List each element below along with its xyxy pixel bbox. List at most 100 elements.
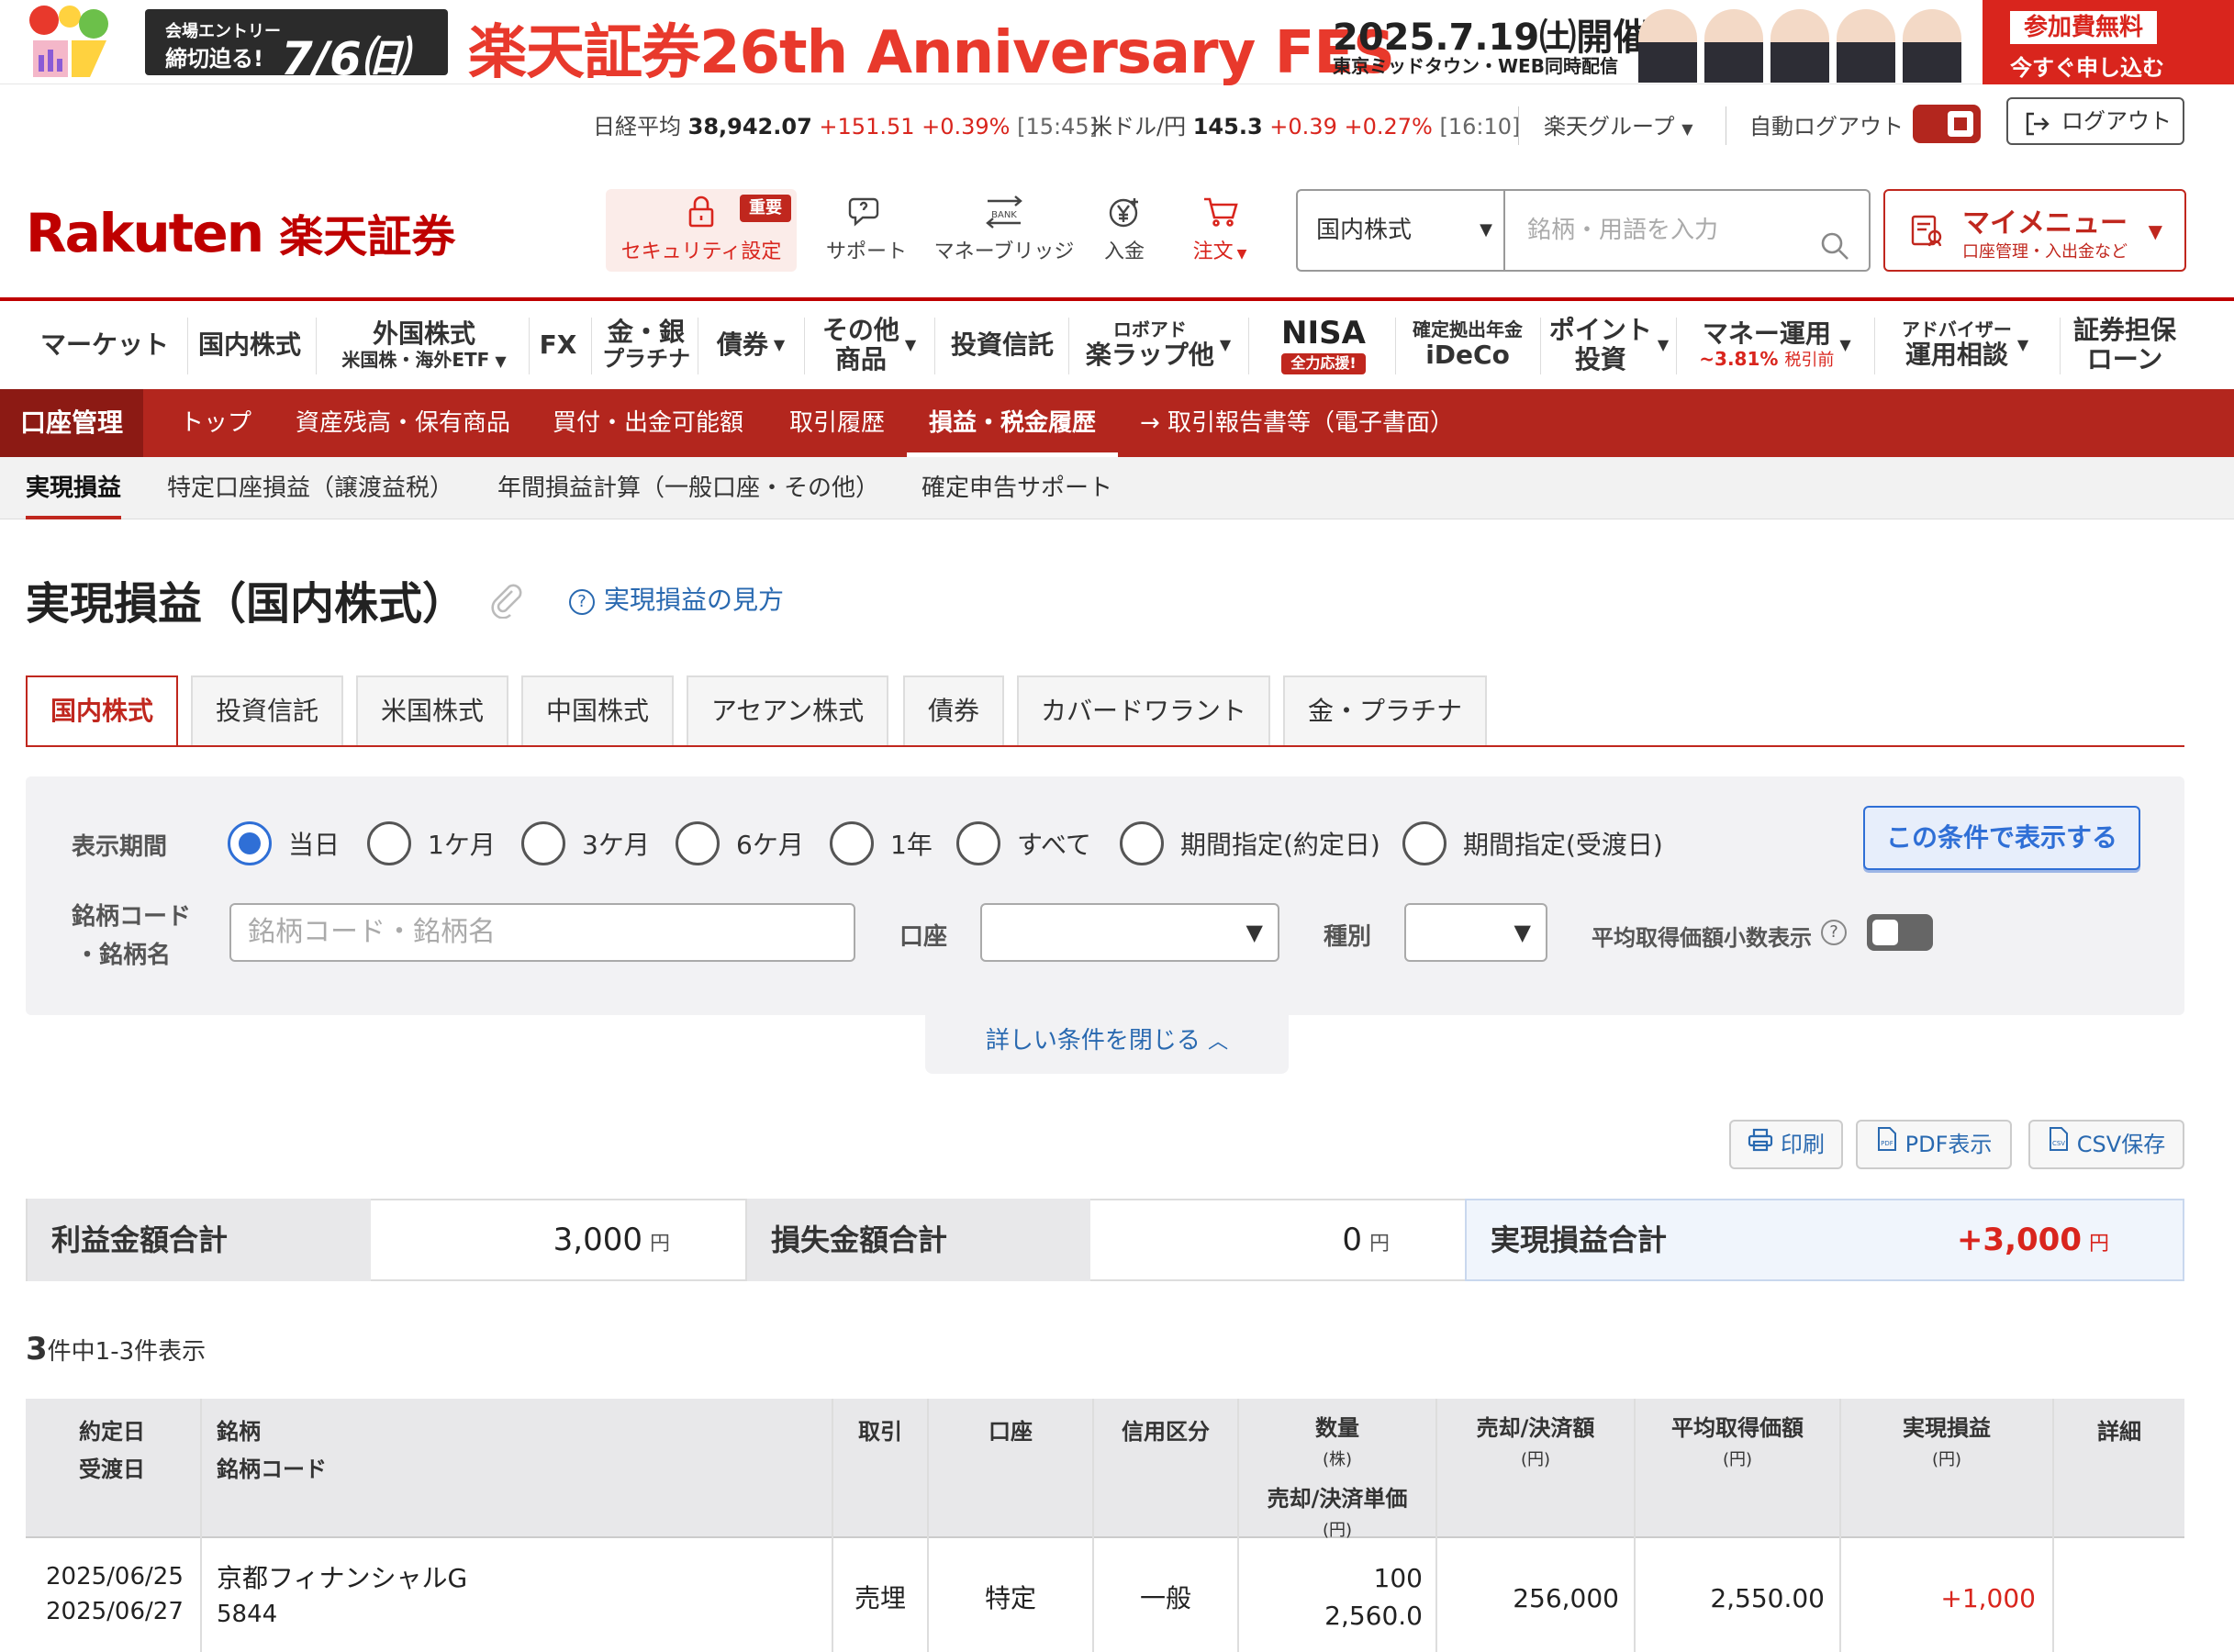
banner-people-image	[1638, 6, 1978, 83]
column-divider	[2052, 1538, 2054, 1652]
account-select[interactable]: ▼	[980, 903, 1279, 962]
nav-money-label: マネー運用	[1702, 318, 1831, 350]
type-select[interactable]: ▼	[1404, 903, 1547, 962]
support-button[interactable]: サポート	[813, 189, 920, 272]
nav-bonds[interactable]: 債券 ▼	[707, 310, 795, 380]
tab-us-stocks[interactable]: 米国株式	[356, 675, 508, 745]
code-search-input[interactable]: 銘柄コード・銘柄名	[229, 903, 855, 962]
decimal-help-icon[interactable]: ?	[1821, 920, 1847, 945]
deposit-button[interactable]: 入金	[1092, 189, 1156, 272]
search-input[interactable]: 銘柄・用語を入力	[1503, 189, 1871, 272]
search-category-select[interactable]: 国内株式 ▼	[1296, 189, 1505, 272]
subnav-tax-return[interactable]: 確定申告サポート	[922, 457, 1112, 519]
tab-bonds[interactable]: 債券	[903, 675, 1004, 745]
logout-icon	[2023, 108, 2050, 152]
avg-cost: 2,550.00	[1710, 1583, 1825, 1613]
nav-loan[interactable]: 証券担保 ローン	[2069, 310, 2181, 380]
nav-market[interactable]: マーケット	[26, 310, 184, 380]
mymenu-button[interactable]: マイメニュー 口座管理・入出金など ▼	[1883, 189, 2186, 272]
period-radio-3m[interactable]: 3ケ月	[521, 819, 650, 868]
chevron-down-icon: ▼	[2016, 335, 2029, 353]
paperclip-icon[interactable]	[486, 578, 523, 622]
radio-circle	[521, 821, 565, 865]
nav-fx[interactable]: FX	[534, 310, 582, 380]
toggle-knob	[1872, 920, 1898, 945]
subnav-tokutei-pl[interactable]: 特定口座損益（譲渡益税）	[167, 457, 453, 519]
nav-other[interactable]: その他 商品 ▼	[811, 310, 927, 380]
subnav-realized-pl[interactable]: 実現損益	[26, 457, 122, 519]
divider	[1874, 318, 1875, 374]
nav-domestic[interactable]: 国内株式	[193, 310, 307, 380]
period-radio-1y[interactable]: 1年	[830, 819, 933, 868]
banner-cta-free: 参加費無料	[2010, 11, 2157, 44]
period-radio-today[interactable]: 当日	[228, 819, 340, 868]
usdjpy-change: +0.39 +0.27%	[1269, 114, 1433, 140]
tab-funds[interactable]: 投資信託	[191, 675, 343, 745]
account-nav-reports[interactable]: → 取引報告書等（電子書面）	[1140, 389, 1454, 457]
subnav-annual-pl[interactable]: 年間損益計算（一般口座・その他）	[497, 457, 879, 519]
yen-unit: 円	[1368, 1233, 1390, 1256]
period-radio-custom-trade[interactable]: 期間指定(約定日)	[1120, 819, 1380, 868]
moneybridge-button[interactable]: BANK マネーブリッジ	[931, 189, 1078, 272]
loss-value: 0	[1342, 1222, 1362, 1258]
type-label: 種別	[1324, 923, 1372, 951]
nav-robo[interactable]: ロボアド 楽ラップ他 ▼	[1078, 310, 1239, 380]
pdf-button[interactable]: PDF PDF表示	[1856, 1120, 2012, 1169]
nav-loan-sub: ローン	[2086, 344, 2163, 374]
nav-funds[interactable]: 投資信託	[942, 310, 1063, 380]
csv-button[interactable]: CSV CSV保存	[2028, 1120, 2184, 1169]
account-nav-top[interactable]: トップ	[180, 389, 251, 457]
rakuten-group-menu[interactable]: 楽天グループ ▼	[1544, 108, 1693, 145]
close-conditions-button[interactable]: 詳しい条件を閉じる ︿	[925, 1015, 1289, 1074]
nav-advisor[interactable]: アドバイザー 運用相談 ▼	[1882, 310, 2049, 380]
show-results-button[interactable]: この条件で表示する	[1863, 806, 2140, 870]
nav-foreign[interactable]: 外国株式 米国株・海外ETF ▼	[323, 310, 525, 380]
th-detail: 詳細	[2097, 1419, 2141, 1445]
logout-button[interactable]: ログアウト	[2006, 97, 2184, 145]
period-radio-6m[interactable]: 6ケ月	[676, 819, 804, 868]
support-chat-icon	[813, 189, 920, 235]
nav-gold[interactable]: 金・銀 プラチナ	[598, 310, 694, 380]
period-radio-1m[interactable]: 1ケ月	[367, 819, 496, 868]
profit-value: 3,000	[553, 1222, 642, 1258]
code-label-1: 銘柄コード	[72, 903, 192, 931]
tab-gold-platinum[interactable]: 金・プラチナ	[1283, 675, 1487, 745]
nav-advisor-sub: 運用相談	[1904, 340, 2008, 371]
chevron-up-icon: ︿	[1208, 1031, 1229, 1054]
account-nav-assets[interactable]: 資産残高・保有商品	[296, 389, 510, 457]
cell-dates: 2025/06/25 2025/06/27	[46, 1560, 184, 1629]
period-radio-custom-settle[interactable]: 期間指定(受渡日)	[1402, 819, 1663, 868]
print-button[interactable]: 印刷	[1729, 1120, 1843, 1169]
nav-money[interactable]: マネー運用 ~3.81% 税引前 ▼	[1683, 310, 1867, 380]
tab-covered-warrant[interactable]: カバードワラント	[1017, 675, 1270, 745]
tab-domestic[interactable]: 国内株式	[26, 675, 178, 747]
th-dates: 約定日 受渡日	[79, 1413, 145, 1489]
search-icon[interactable]	[1819, 215, 1850, 294]
nav-nisa[interactable]: NISA 全力応援!	[1257, 310, 1390, 380]
decimal-toggle[interactable]	[1867, 914, 1933, 951]
nikkei-ticker: 日経平均 38,942.07 +151.51 +0.39% [15:45]	[593, 108, 1098, 145]
chevron-down-icon: ▼	[773, 335, 786, 353]
banner-deadline-date: 7/6㈰まで	[281, 32, 408, 151]
th-account: 口座	[989, 1419, 1033, 1445]
autologout-toggle[interactable]	[1913, 105, 1981, 143]
banner-signup-button[interactable]: 参加費無料 今すぐ申し込む	[1983, 0, 2234, 84]
help-link[interactable]: ? 実現損益の見方	[569, 580, 784, 617]
nav-ideco[interactable]: 確定拠出年金 iDeCo	[1402, 310, 1533, 380]
realized-pl: +1,000	[1940, 1583, 2036, 1613]
rakuten-logo[interactable]: Rakuten 楽天証券	[26, 200, 455, 264]
tab-asean-stocks[interactable]: アセアン株式	[687, 675, 888, 745]
account-nav-buying-power[interactable]: 買付・出金可能額	[553, 389, 743, 457]
account-nav-pl-tax[interactable]: 損益・税金履歴	[907, 389, 1119, 457]
account-nav-history[interactable]: 取引履歴	[789, 389, 885, 457]
stock-name[interactable]: 京都フィナンシャルG	[217, 1560, 467, 1598]
important-badge: 重要	[740, 195, 791, 222]
tab-china-stocks[interactable]: 中国株式	[521, 675, 674, 745]
nav-points[interactable]: ポイント 投資 ▼	[1547, 310, 1670, 380]
divider	[1068, 318, 1069, 374]
account-nav-title[interactable]: 口座管理	[0, 389, 143, 457]
period-radio-all[interactable]: すべて	[956, 819, 1091, 868]
order-menu[interactable]: 注文 ▼	[1178, 189, 1261, 272]
cell-stock[interactable]: 京都フィナンシャルG 5844	[217, 1560, 467, 1632]
chevron-down-icon: ▼	[2148, 220, 2162, 242]
